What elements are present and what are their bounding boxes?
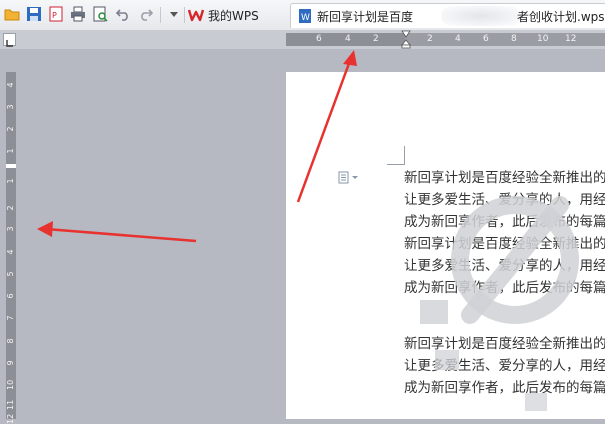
ruler-tick: 2 bbox=[6, 205, 15, 211]
pdf-export-icon[interactable]: P bbox=[48, 6, 64, 22]
print-icon[interactable] bbox=[70, 6, 86, 22]
tab-document-label-start: 新回享计划是百度 bbox=[317, 9, 414, 24]
ruler-tick: 9 bbox=[6, 360, 15, 366]
ruler-tick: 5 bbox=[6, 271, 15, 277]
ruler-tick: 10 bbox=[537, 34, 549, 44]
margin-corner-mark bbox=[387, 164, 405, 165]
undo-icon[interactable] bbox=[115, 6, 131, 22]
indent-marker-icon[interactable] bbox=[400, 30, 412, 49]
print-preview-icon[interactable] bbox=[92, 6, 108, 22]
ruler-tick: 4 bbox=[6, 82, 15, 88]
arrow-to-vertical-ruler bbox=[37, 221, 197, 243]
vertical-ruler[interactable]: 1 2 3 4 5 6 7 8 9 10 11 12 bbox=[6, 168, 16, 424]
blurred-region bbox=[441, 6, 521, 26]
ruler-tick: 1 bbox=[6, 178, 15, 184]
folder-open-icon[interactable] bbox=[4, 6, 20, 22]
svg-text:P: P bbox=[52, 11, 57, 20]
horizontal-ruler-text-area[interactable]: 2 4 6 8 10 12 bbox=[405, 33, 605, 46]
ruler-tick: 6 bbox=[483, 34, 489, 44]
document-file-icon: W bbox=[297, 8, 313, 24]
ruler-tick: 4 bbox=[345, 34, 351, 44]
tab-document-label-end: 者创收计划.wps bbox=[517, 10, 605, 24]
toolbar-separator bbox=[160, 7, 161, 23]
ruler-tick: 8 bbox=[511, 34, 517, 44]
ruler-tick: 3 bbox=[6, 104, 15, 110]
dropdown-icon[interactable] bbox=[166, 6, 182, 22]
vertical-ruler-top-margin[interactable]: 4 3 2 1 bbox=[6, 72, 16, 164]
svg-text:W: W bbox=[301, 13, 310, 23]
ruler-tick: 8 bbox=[6, 338, 15, 344]
ruler-tick: 2 bbox=[373, 34, 379, 44]
ruler-tick: 6 bbox=[316, 34, 322, 44]
paragraph-layout-icon[interactable] bbox=[338, 170, 358, 184]
ruler-tick: 6 bbox=[6, 293, 15, 299]
tab-my-wps[interactable]: 我的WPS bbox=[188, 3, 286, 27]
save-icon[interactable] bbox=[26, 6, 42, 22]
watermark-logo bbox=[415, 165, 605, 419]
redo-icon[interactable] bbox=[138, 6, 154, 22]
ruler-tick: 12 bbox=[6, 413, 15, 424]
ruler-tick: 3 bbox=[6, 226, 15, 232]
ruler-tick: 2 bbox=[427, 34, 433, 44]
tab-document[interactable]: W 新回享计划是百度 者创收计划.wps bbox=[290, 3, 605, 28]
ruler-tick: 7 bbox=[6, 315, 15, 321]
toolbar-separator bbox=[184, 7, 185, 23]
margin-corner-mark bbox=[404, 146, 405, 164]
ruler-tick: 2 bbox=[6, 126, 15, 132]
ruler-tick: 12 bbox=[565, 34, 577, 44]
ruler-tick: 4 bbox=[455, 34, 461, 44]
quick-access-toolbar: P 我的WPS W 新回享计划是百度 者创收计划.wps bbox=[0, 0, 605, 31]
ruler-tick: 1 bbox=[6, 148, 15, 154]
tab-stop-selector[interactable] bbox=[3, 33, 16, 47]
wps-logo-icon bbox=[188, 7, 205, 23]
ruler-tick: 11 bbox=[6, 399, 15, 410]
tab-my-wps-label: 我的WPS bbox=[208, 8, 259, 23]
ruler-tick: 10 bbox=[6, 379, 15, 390]
ruler-tick: 4 bbox=[6, 249, 15, 255]
